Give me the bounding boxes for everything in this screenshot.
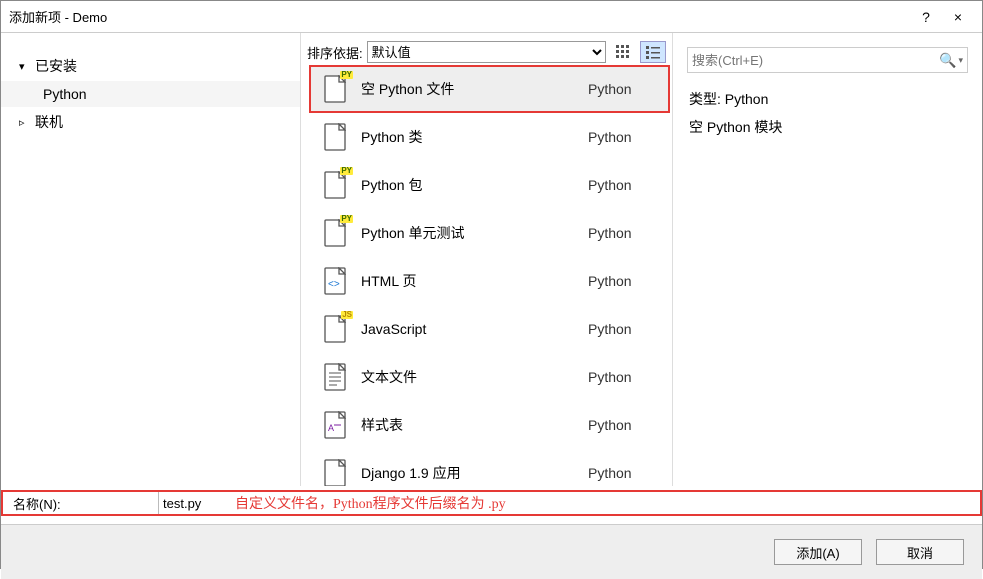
category-sidebar: ▾ 已安装 Python ▹ 联机	[1, 33, 301, 486]
close-button[interactable]: ×	[942, 9, 974, 25]
template-category: Python	[588, 369, 658, 385]
sidebar-label-installed: 已安装	[35, 56, 77, 76]
template-name: Django 1.9 应用	[361, 463, 576, 483]
titlebar: 添加新项 - Demo ? ×	[1, 1, 982, 33]
filename-field-wrap: 自定义文件名，Python程序文件后缀名为 .py	[158, 492, 970, 514]
file-js-icon: JS	[321, 313, 349, 345]
list-icon	[646, 45, 660, 59]
search-dropdown-icon[interactable]: ▾	[956, 55, 963, 66]
sort-label: 排序依据:	[307, 43, 363, 62]
template-category: Python	[588, 177, 658, 193]
file-py-icon: PY	[321, 217, 349, 249]
add-button[interactable]: 添加(A)	[774, 539, 862, 565]
template-row[interactable]: <> HTML 页 Python	[309, 257, 670, 305]
svg-text:A: A	[328, 423, 334, 433]
sidebar-node-online[interactable]: ▹ 联机	[1, 107, 300, 137]
svg-text:<>: <>	[328, 279, 340, 290]
template-row[interactable]: PY Python 包 Python	[309, 161, 670, 209]
file-css-icon: A	[321, 409, 349, 441]
template-category: Python	[588, 129, 658, 145]
template-name: Python 包	[361, 175, 576, 195]
template-pane: 排序依据: 默认值 PY空 Python 文件PythonPython 类Pyt…	[301, 33, 673, 486]
template-list[interactable]: PY 空 Python 文件 Python Python 类 Python PY Pytho…	[301, 65, 672, 486]
detail-type-value: Python	[725, 91, 769, 107]
file-text-icon	[321, 361, 349, 393]
template-row[interactable]: PY Python 单元测试 Python	[309, 209, 670, 257]
details-pane: 🔍 ▾ 类型: Python 空 Python 模块	[673, 33, 982, 486]
file-plain-icon	[321, 457, 349, 486]
template-category: Python	[588, 273, 658, 289]
template-row[interactable]: JS JavaScript Python	[309, 305, 670, 353]
detail-description: 空 Python 模块	[687, 113, 968, 141]
template-name: 空 Python 文件	[361, 79, 576, 99]
dialog-body: ▾ 已安装 Python ▹ 联机 排序依据: 默认值 PY 空 Python 文…	[1, 33, 982, 486]
sidebar-label-python: Python	[43, 86, 87, 102]
template-name: JavaScript	[361, 321, 576, 337]
python-badge-icon: PY	[340, 215, 353, 223]
template-row[interactable]: Django 1.9 应用 Python	[309, 449, 670, 486]
filename-annotation: 自定义文件名，Python程序文件后缀名为 .py	[235, 493, 506, 513]
sidebar-label-online: 联机	[35, 112, 63, 132]
sidebar-node-python[interactable]: Python	[1, 81, 300, 107]
help-button[interactable]: ?	[910, 9, 942, 25]
filename-label: 名称(N):	[13, 494, 158, 513]
dialog-button-row: 添加(A) 取消	[1, 524, 982, 579]
detail-type-label: 类型:	[689, 91, 721, 107]
sort-bar: 排序依据: 默认值	[301, 33, 672, 65]
template-category: Python	[588, 225, 658, 241]
window-title: 添加新项 - Demo	[9, 7, 910, 26]
template-name: HTML 页	[361, 271, 576, 291]
template-category: Python	[588, 465, 658, 481]
template-row[interactable]: A 样式表 Python	[309, 401, 670, 449]
template-row[interactable]: 文本文件 Python	[309, 353, 670, 401]
search-input[interactable]	[692, 53, 935, 68]
template-category: Python	[588, 81, 658, 97]
template-row[interactable]: Python 类 Python	[309, 113, 670, 161]
template-name: 文本文件	[361, 367, 576, 387]
cancel-button[interactable]: 取消	[876, 539, 964, 565]
grid-icon	[616, 45, 630, 59]
javascript-badge-icon: JS	[341, 311, 353, 319]
template-name: 样式表	[361, 415, 576, 435]
view-grid-button[interactable]	[610, 41, 636, 63]
detail-type-line: 类型: Python	[687, 85, 968, 113]
search-box[interactable]: 🔍 ▾	[687, 47, 968, 73]
template-row[interactable]: PY 空 Python 文件 Python	[309, 65, 670, 113]
file-plain-icon	[321, 121, 349, 153]
chevron-right-icon: ▹	[19, 116, 29, 129]
file-html-icon: <>	[321, 265, 349, 297]
python-badge-icon: PY	[340, 71, 353, 79]
chevron-down-icon: ▾	[19, 60, 29, 73]
template-name: Python 类	[361, 127, 576, 147]
template-category: Python	[588, 417, 658, 433]
sidebar-node-installed[interactable]: ▾ 已安装	[1, 51, 300, 81]
sort-select[interactable]: 默认值	[367, 41, 606, 63]
template-category: Python	[588, 321, 658, 337]
file-py-icon: PY	[321, 169, 349, 201]
filename-input[interactable]	[163, 496, 223, 511]
file-py-icon: PY	[321, 73, 349, 105]
view-list-button[interactable]	[640, 41, 666, 63]
template-name: Python 单元测试	[361, 223, 576, 243]
python-badge-icon: PY	[340, 167, 353, 175]
search-icon[interactable]: 🔍	[935, 52, 956, 69]
filename-row: 名称(N): 自定义文件名，Python程序文件后缀名为 .py	[1, 490, 982, 516]
